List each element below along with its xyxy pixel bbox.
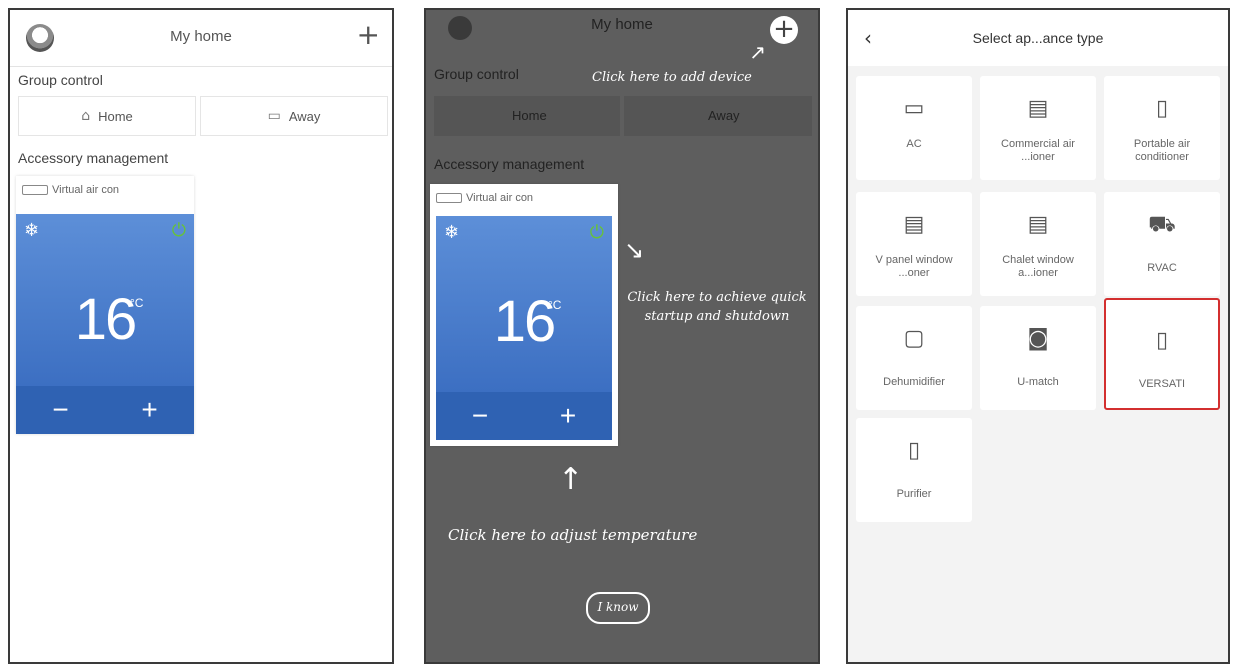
away-mode-label: Away [288,108,321,124]
appliance-label: Portable air conditioner [1133,138,1191,163]
annotation-quick-startup: Click here to achieve quick startup and … [627,290,807,324]
away-mode-button: Away [624,96,812,136]
power-button[interactable]: ⏻ [172,220,186,241]
appliance-tile-umatch[interactable]: ◙ U-match [980,306,1096,410]
chalet-ac-icon: ▤ [1027,212,1049,237]
appliance-label: VERSATI [1138,378,1186,390]
appliance-label: Dehumidifier [883,376,945,388]
device-name: Virtual air con [436,192,533,204]
home-mode-button[interactable]: ⌂ Home [18,96,196,136]
appliance-label: RVAC [1147,262,1177,274]
appliance-tile-dehumidifier[interactable]: ▢ Dehumidifier [856,306,972,410]
appliance-label: U-match [1017,376,1059,388]
home-icon: ⌂ [81,108,91,124]
home-mode-button: Home [434,96,620,136]
dehumidifier-icon: ▢ [903,326,925,351]
snowflake-icon: ❄ [24,220,40,241]
away-mode-button[interactable]: ▭ Away [200,96,388,136]
temperature-value: 16 [493,289,557,354]
umatch-icon: ◙ [1027,326,1049,351]
page-title: My home [591,16,653,33]
appliance-tile-chalet-window[interactable]: ▤ Chalet window a...ioner [980,192,1096,296]
annotation-adjust-temperature: Click here to adjust temperature [448,526,698,544]
versati-icon: ▯ [1155,328,1169,353]
tutorial-overlay-screen: My home + ↗ Group control Click here to … [424,8,820,664]
portable-ac-icon: ▯ [1155,96,1169,121]
header: ‹ Select ap...ance type [848,10,1228,66]
appliance-tile-v-panel-window[interactable]: ▤ V panel window ...oner [856,192,972,296]
appliance-tile-portable-ac[interactable]: ▯ Portable air conditioner [1104,76,1220,180]
page-title: Select ap...ance type [972,30,1104,46]
home-mode-label: Home [512,108,547,123]
appliance-tile-rvac[interactable]: ⛟ RVAC [1104,192,1220,296]
ac-icon [22,185,48,195]
away-icon: ▭ [267,108,281,124]
appliance-tile-purifier[interactable]: ▯ Purifier [856,418,972,522]
accessory-management-heading: Accessory management [434,156,585,172]
snowflake-icon: ❄ [444,222,460,243]
group-control-heading: Group control [18,72,103,88]
ac-control-panel: ❄ ⏻ 16 °C − + [436,216,612,440]
device-card[interactable]: Virtual air con ❄ ⏻ 16 °C − + [16,176,194,434]
ac-icon: ▭ [903,96,925,121]
add-device-button[interactable]: + [770,16,798,44]
device-name: Virtual air con [22,184,119,196]
home-screen: My home + Group control ⌂ Home ▭ Away Ac… [8,8,394,664]
add-device-button[interactable]: + [357,20,380,50]
ac-icon [436,193,462,203]
away-mode-label: Away [708,108,740,123]
power-button[interactable]: ⏻ [590,222,604,243]
purifier-icon: ▯ [907,438,921,463]
temperature-value: 16 [74,287,138,352]
arrow-icon: ↑ [558,462,584,497]
increase-temp-button[interactable]: + [560,400,576,432]
arrow-icon: ↗ [749,40,766,64]
arrow-icon: ↘ [624,236,645,264]
decrease-temp-button[interactable]: − [472,400,488,432]
appliance-tile-versati[interactable]: ▯ VERSATI [1104,298,1220,410]
commercial-ac-icon: ▤ [1027,96,1049,121]
ac-control-panel: ❄ ⏻ 16 °C − + [16,214,194,434]
home-mode-label: Home [98,108,133,124]
appliance-label: Purifier [896,488,932,500]
appliance-label: Commercial air ...ioner [1001,138,1075,163]
accessory-management-heading: Accessory management [18,150,169,166]
select-appliance-type-screen: ‹ Select ap...ance type ▭ AC ▤ Commercia… [846,8,1230,664]
window-ac-icon: ▤ [903,212,925,237]
device-name-label: Virtual air con [466,192,534,204]
page-title: My home [170,28,232,45]
device-name-label: Virtual air con [52,184,120,196]
temperature-unit: °C [130,296,144,310]
appliance-label: Chalet window a...ioner [1002,254,1074,279]
appliance-tile-ac[interactable]: ▭ AC [856,76,972,180]
decrease-temp-button[interactable]: − [52,394,68,426]
increase-temp-button[interactable]: + [141,394,157,426]
header: My home + [10,10,392,67]
rv-icon: ⛟ [1148,212,1176,237]
appliance-label: AC [906,138,922,150]
temperature-controls: − + [436,392,612,440]
group-control-heading: Group control [434,66,519,82]
temperature-controls: − + [16,386,194,434]
i-know-button[interactable]: I know [586,592,650,624]
device-card[interactable]: Virtual air con ❄ ⏻ 16 °C − + [430,184,618,446]
temperature-unit: °C [548,298,562,312]
appliance-tile-commercial-ac[interactable]: ▤ Commercial air ...ioner [980,76,1096,180]
appliance-label: V panel window ...oner [875,254,953,279]
annotation-add-device: Click here to add device [592,70,752,85]
